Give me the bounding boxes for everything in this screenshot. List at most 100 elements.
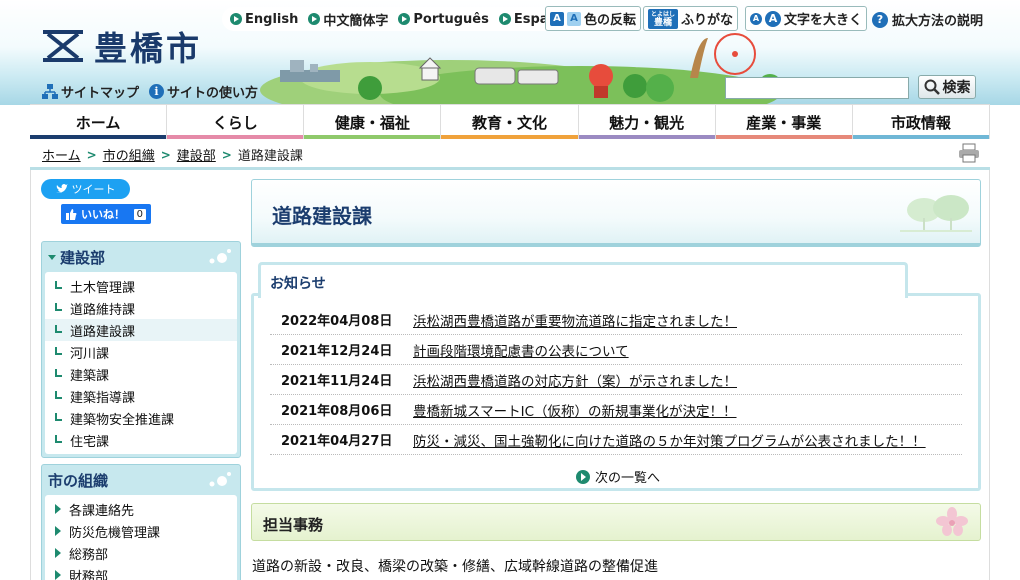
bubbles-decoration-icon [209, 249, 231, 264]
zoom-help-link[interactable]: ? 拡大方法の説明 [872, 10, 983, 29]
sidebar-item-road-construction[interactable]: 道路建設課 [45, 319, 237, 341]
sidebar-item-civil-management[interactable]: 土木管理課 [45, 275, 237, 297]
flower-decoration-icon [936, 507, 968, 536]
sidebar-item-label: 建築指導課 [70, 390, 136, 406]
branch-icon [55, 324, 62, 333]
search-input[interactable] [725, 77, 909, 99]
tweet-button[interactable]: ツイート [41, 179, 130, 199]
sidebar-item-label: 各課連絡先 [69, 503, 135, 519]
sidebar-item-label: 河川課 [70, 346, 110, 362]
news-tab: お知らせ [258, 262, 908, 298]
breadcrumb-construction[interactable]: 建設部 [177, 145, 216, 164]
sidebar-item-building-safety[interactable]: 建築物安全推進課 [45, 407, 237, 429]
triangle-right-icon [55, 504, 61, 514]
nav-tourism[interactable]: 魅力・観光 [578, 105, 716, 139]
like-count: 0 [133, 208, 146, 220]
global-nav: ホーム くらし 健康・福祉 教育・文化 魅力・観光 産業・事業 市政情報 [30, 104, 990, 139]
duties-heading-box: 担当事務 [251, 503, 981, 541]
chevron-right-icon: > [221, 147, 232, 162]
news-link[interactable]: 豊橋新城スマートIC（仮称）の新規事業化が決定！！ [413, 400, 737, 420]
next-list-label: 次の一覧へ [595, 471, 661, 486]
sidebar-item-general-affairs[interactable]: 総務部 [45, 542, 237, 564]
sitemap-link[interactable]: サイトマップ [42, 82, 139, 101]
news-heading: お知らせ [270, 276, 326, 292]
breadcrumb-organization[interactable]: 市の組織 [103, 145, 155, 164]
arrow-circle-icon [230, 13, 242, 25]
sidebar-item-finance[interactable]: 財務部 [45, 564, 237, 580]
news-link[interactable]: 浜松湖西豊橋道路が重要物流道路に指定されました！ [413, 310, 737, 330]
nav-label: くらし [212, 113, 258, 132]
lang-portuguese[interactable]: Português [398, 11, 489, 27]
sidebar-organization-header[interactable]: 市の組織 [42, 465, 240, 495]
nav-label: 健康・福祉 [334, 113, 410, 132]
triangle-right-icon [55, 548, 61, 558]
next-list-link[interactable]: 次の一覧へ [576, 467, 660, 486]
nav-health-welfare[interactable]: 健康・福祉 [304, 105, 442, 139]
sidebar-item-rivers[interactable]: 河川課 [45, 341, 237, 363]
lang-chinese[interactable]: 中文簡体字 [308, 10, 388, 29]
site-usage-link[interactable]: i サイトの使い方 [149, 82, 258, 101]
furigana-label: ふりがな [681, 13, 734, 28]
news-link[interactable]: 計画段階環境配慮書の公表について [413, 340, 629, 360]
sitemap-label: サイトマップ [61, 86, 140, 101]
news-item: 2021年12月24日 計画段階環境配慮書の公表について [270, 335, 962, 365]
sidebar-item-disaster-management[interactable]: 防災危機管理課 [45, 520, 237, 542]
nav-education-culture[interactable]: 教育・文化 [441, 105, 579, 139]
zoom-help-label: 拡大方法の説明 [892, 14, 984, 29]
nav-city-info[interactable]: 市政情報 [852, 105, 990, 139]
sidebar-department-menu: 建設部 土木管理課 道路維持課 道路建設課 河川課 建築課 建築指導課 建築物安… [41, 241, 241, 458]
triangle-right-icon [55, 570, 61, 580]
branch-icon [55, 346, 62, 355]
nav-label: 市政情報 [890, 113, 951, 132]
city-name: 豊橋市 [94, 29, 202, 68]
branch-icon [55, 412, 62, 421]
sidebar-item-label: 総務部 [69, 547, 109, 563]
sidebar-item-label: 建築物安全推進課 [70, 412, 175, 428]
branch-icon [55, 368, 62, 377]
city-scenery-illustration [260, 33, 780, 105]
sidebar-item-architecture[interactable]: 建築課 [45, 363, 237, 385]
nav-living[interactable]: くらし [167, 105, 305, 139]
sidebar-item-label: 道路建設課 [70, 324, 136, 340]
search-button-label: 検索 [942, 80, 971, 96]
sidebar-item-label: 道路維持課 [70, 302, 136, 318]
chevron-right-icon: > [160, 147, 171, 162]
print-icon[interactable] [958, 143, 980, 163]
color-invert-label: 色の反転 [584, 13, 637, 28]
lang-label: Português [413, 11, 489, 27]
sidebar-item-housing[interactable]: 住宅課 [45, 429, 237, 451]
sidebar-organization-menu: 市の組織 各課連絡先 防災危機管理課 総務部 財務部 [41, 464, 241, 580]
nav-label: 教育・文化 [471, 113, 547, 132]
sidebar-item-label: 建築課 [70, 368, 110, 384]
nav-industry[interactable]: 産業・事業 [715, 105, 853, 139]
triangle-down-icon [48, 254, 56, 260]
sidebar-item-road-maintenance[interactable]: 道路維持課 [45, 297, 237, 319]
question-icon: ? [872, 11, 888, 28]
search-button[interactable]: 検索 [918, 75, 976, 99]
news-link[interactable]: 防災・減災、国土強靭化に向けた道路の５か年対策プログラムが公表されました！！ [413, 430, 926, 450]
nav-home[interactable]: ホーム [30, 105, 168, 139]
breadcrumb-home[interactable]: ホーム [42, 145, 81, 164]
city-logo[interactable]: 豊橋市 [42, 22, 202, 70]
sidebar-item-building-guidance[interactable]: 建築指導課 [45, 385, 237, 407]
news-item: 2021年04月27日 防災・減災、国土強靭化に向けた道路の５か年対策プログラム… [270, 425, 962, 455]
sidebar-item-label: 財務部 [69, 569, 109, 580]
twitter-bird-icon [55, 184, 68, 193]
lang-english[interactable]: English [230, 12, 298, 27]
info-icon: i [149, 84, 165, 99]
text-small-a-icon: A [750, 12, 762, 25]
branch-icon [55, 280, 62, 289]
sidebar-department-header[interactable]: 建設部 [42, 242, 240, 272]
duties-heading: 担当事務 [263, 516, 324, 534]
branch-icon [55, 390, 62, 399]
site-usage-label: サイトの使い方 [167, 86, 259, 101]
news-link[interactable]: 浜松湖西豊橋道路の対応方針（案）が示されました！ [413, 370, 737, 390]
arrow-circle-icon [308, 13, 321, 25]
chevron-right-icon: > [86, 147, 97, 162]
sidebar-organization-list: 各課連絡先 防災危機管理課 総務部 財務部 [45, 495, 237, 580]
sidebar-item-label: 防災危機管理課 [69, 525, 161, 541]
arrow-circle-icon [498, 13, 511, 25]
bubbles-decoration-icon [209, 472, 231, 487]
sidebar-item-contacts[interactable]: 各課連絡先 [45, 498, 237, 520]
facebook-like-button[interactable]: いいね！ 0 [61, 204, 151, 224]
